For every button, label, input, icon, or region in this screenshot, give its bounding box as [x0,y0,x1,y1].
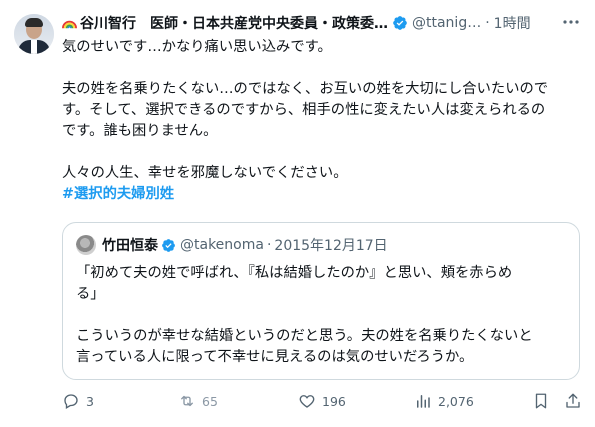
verified-badge-icon [393,16,407,30]
separator-dot: · [485,15,490,31]
like-button[interactable]: 196 [298,392,346,410]
text-line: る」 [76,286,105,302]
reply-icon [64,394,78,409]
more-icon[interactable] [561,14,581,30]
views-icon [417,395,430,408]
handle[interactable]: @ttanig… [412,15,481,31]
bookmark-icon [535,393,547,409]
like-icon [299,395,315,408]
hashtag-link[interactable]: #選択的夫婦別姓 [62,184,584,205]
repost-count: 65 [202,393,218,409]
reply-button[interactable]: 3 [62,392,94,410]
quoted-date: 2015年12月17日 [274,238,388,254]
post-time[interactable]: 1時間 [494,13,531,33]
text-line: 夫の姓を名乗りたくない…のではなく、お互いの姓を大切にし合いたいので [62,81,549,97]
tweet-header: 谷川智行 医師・日本共産党中央委員・政策委… @ttanig… · 1時間 [62,13,531,33]
display-name[interactable]: 谷川智行 医師・日本共産党中央委員・政策委… [80,13,388,33]
quoted-handle: @takenoma [180,237,264,253]
reply-count: 3 [86,393,94,409]
action-bar: 3 65 196 2,076 [62,392,584,414]
repost-button[interactable]: 65 [178,392,218,410]
tweet-text: 気のせいです…かなり痛い思い込みです。 夫の姓を名乗りたくない…のではなく、お互… [62,37,584,205]
separator-dot: · [266,237,272,253]
text-line: 気のせいです…かなり痛い思い込みです。 [62,39,332,55]
text-line: 人々の人生、幸せを邪魔しないでください。 [62,165,348,181]
avatar[interactable] [14,14,54,54]
text-line: 「初めて夫の姓で呼ばれ、『私は結婚したのか』と思い、頬を赤らめ [76,265,513,281]
repost-icon [181,395,193,407]
rainbow-emoji-icon [62,20,77,28]
text-line: こういうのが幸せな結婚というのだと思う。夫の姓を名乗りたくないと [76,328,533,344]
bookmark-button[interactable] [532,392,556,410]
share-icon [566,393,580,408]
quoted-avatar [76,235,96,255]
quoted-display-name: 竹田恒泰 [102,238,158,254]
views-button[interactable]: 2,076 [414,392,474,410]
verified-badge-icon [162,238,175,252]
share-button[interactable] [564,392,588,410]
tweet[interactable]: 谷川智行 医師・日本共産党中央委員・政策委… @ttanig… · 1時間 気の… [0,0,595,427]
like-count: 196 [322,393,346,409]
quoted-text: 「初めて夫の姓で呼ばれ、『私は結婚したのか』と思い、頬を赤らめ る」 こういうの… [76,263,568,368]
text-line: です。誰も困りません。 [62,123,218,139]
text-line: す。そして、選択できるのですから、相手の性に変えたい人は変えられるの [62,102,546,118]
quoted-tweet-header: 竹田恒泰 @takenoma · 2015年12月17日 [76,235,388,255]
text-line: 言っている人に限って不幸せに見えるのは気のせいだろうか。 [76,349,474,365]
views-count: 2,076 [438,393,474,409]
quoted-tweet[interactable]: 竹田恒泰 @takenoma · 2015年12月17日 「初めて夫の姓で呼ばれ… [62,222,580,380]
